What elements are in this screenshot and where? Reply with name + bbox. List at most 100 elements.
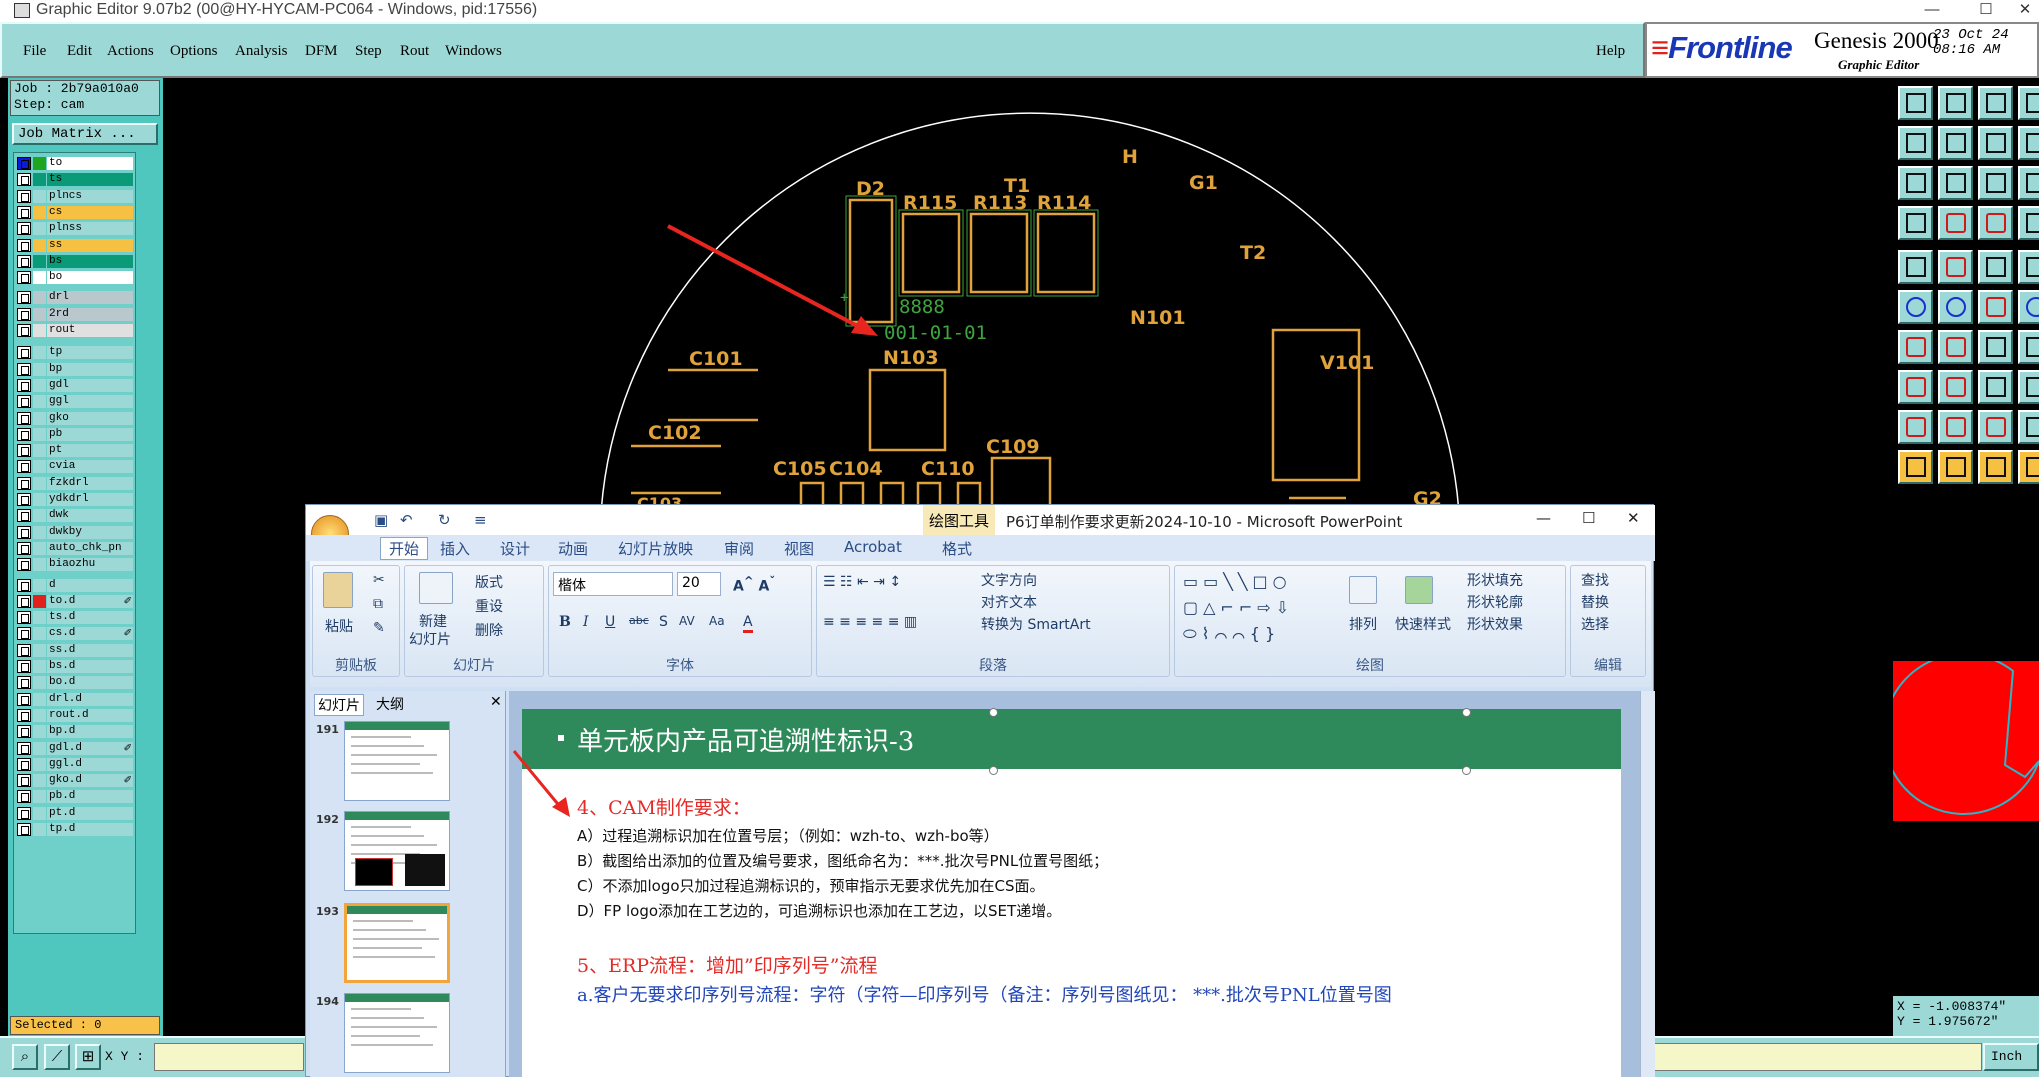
layer-name[interactable]: plnss bbox=[47, 222, 133, 236]
selection-handle[interactable] bbox=[1462, 766, 1471, 775]
slide-thumbnail[interactable] bbox=[344, 721, 450, 801]
strikethrough-icon[interactable]: abc bbox=[629, 614, 649, 627]
cut-icon[interactable]: ✂ bbox=[373, 572, 385, 588]
underline-icon[interactable]: U bbox=[605, 614, 615, 630]
tool-button-2-1[interactable] bbox=[1938, 166, 1973, 200]
align-text-button[interactable]: 对齐文本 bbox=[981, 592, 1037, 612]
tool-button-1-2[interactable] bbox=[1978, 126, 2013, 160]
layer-row-cvia[interactable]: cvia bbox=[17, 460, 133, 474]
shape-outline-button[interactable]: 形状轮廓 bbox=[1467, 592, 1523, 612]
shapes-gallery[interactable]: ▭▭╲╲□○ bbox=[1183, 572, 1292, 591]
layer-row-tp[interactable]: tp bbox=[17, 346, 133, 360]
layer-row-fzkdrl[interactable]: fzkdrl bbox=[17, 476, 133, 490]
layer-row-pb-d[interactable]: pb.d bbox=[17, 790, 133, 804]
layer-row-tp-d[interactable]: tp.d bbox=[17, 823, 133, 836]
layer-row-pt[interactable]: pt bbox=[17, 444, 133, 458]
layer-name[interactable]: biaozhu bbox=[47, 558, 133, 572]
tool-button-9-2[interactable] bbox=[1978, 450, 2013, 484]
tool-button-0-1[interactable] bbox=[1938, 86, 1973, 120]
xy-input[interactable] bbox=[154, 1043, 304, 1071]
quick-styles-button[interactable]: 快速样式 bbox=[1395, 614, 1451, 634]
tool-button-7-0[interactable] bbox=[1898, 370, 1933, 404]
arrange-button[interactable]: 排列 bbox=[1349, 614, 1377, 634]
layer-checkbox[interactable] bbox=[17, 594, 31, 608]
zoom-tool-button[interactable]: ⌕ bbox=[12, 1044, 38, 1070]
layer-row-ts[interactable]: ts bbox=[17, 173, 133, 187]
ribbon-tab[interactable]: Acrobat bbox=[844, 538, 902, 556]
find-button[interactable]: 查找 bbox=[1581, 570, 1609, 590]
menu-analysis[interactable]: Analysis bbox=[235, 43, 288, 60]
layer-checkbox[interactable] bbox=[17, 254, 31, 268]
layer-checkbox[interactable] bbox=[17, 378, 31, 392]
layer-checkbox[interactable] bbox=[17, 189, 31, 203]
new-slide-button-line2[interactable]: 幻灯片 bbox=[409, 629, 451, 649]
tool-button-6-2[interactable] bbox=[1978, 330, 2013, 364]
ppt-maximize-button[interactable]: ☐ bbox=[1582, 509, 1595, 527]
layer-name[interactable]: pt.d bbox=[47, 806, 133, 820]
layer-row-gko-d[interactable]: gko.d ✐ bbox=[17, 774, 133, 788]
layer-name[interactable]: gko bbox=[47, 411, 133, 425]
layer-row-bp[interactable]: bp bbox=[17, 362, 133, 376]
layer-checkbox[interactable] bbox=[17, 157, 31, 170]
layer-name[interactable]: auto_chk_pn bbox=[47, 541, 133, 555]
tool-button-4-0[interactable] bbox=[1898, 250, 1933, 284]
layer-row-to-d[interactable]: to.d ✐ bbox=[17, 594, 133, 608]
layer-row-ss-d[interactable]: ss.d bbox=[17, 643, 133, 657]
layer-checkbox[interactable] bbox=[17, 660, 31, 673]
layer-checkbox[interactable] bbox=[17, 725, 31, 739]
layer-checkbox[interactable] bbox=[17, 611, 31, 625]
layer-checkbox[interactable] bbox=[17, 324, 31, 337]
menu-dfm[interactable]: DFM bbox=[305, 43, 338, 60]
layer-checkbox[interactable] bbox=[17, 411, 31, 425]
ppt-close-button[interactable]: ✕ bbox=[1627, 509, 1640, 527]
layer-row-cs[interactable]: cs bbox=[17, 205, 133, 219]
layer-checkbox[interactable] bbox=[17, 578, 31, 592]
tool-button-2-2[interactable] bbox=[1978, 166, 2013, 200]
layer-checkbox[interactable] bbox=[17, 205, 31, 219]
slide-thumbnail[interactable] bbox=[344, 811, 450, 891]
layer-row-bo[interactable]: bo bbox=[17, 271, 133, 285]
tool-button-9-1[interactable] bbox=[1938, 450, 1973, 484]
layer-row-dwkby[interactable]: dwkby bbox=[17, 525, 133, 539]
layer-checkbox[interactable] bbox=[17, 692, 31, 706]
font-name-combo[interactable]: 楷体 bbox=[553, 572, 673, 596]
layer-checkbox[interactable] bbox=[17, 271, 31, 285]
layer-row-auto-chk-pn[interactable]: auto_chk_pn bbox=[17, 541, 133, 555]
font-size-combo[interactable]: 20 bbox=[677, 572, 721, 596]
tool-button-5-3[interactable] bbox=[2018, 290, 2039, 324]
layer-row-plncs[interactable]: plncs bbox=[17, 189, 133, 203]
layer-row-cs-d[interactable]: cs.d ✐ bbox=[17, 627, 133, 641]
italic-icon[interactable]: I bbox=[583, 614, 589, 630]
selection-handle[interactable] bbox=[1462, 708, 1471, 717]
layer-name[interactable]: bs.d bbox=[47, 660, 133, 673]
tool-button-7-3[interactable] bbox=[2018, 370, 2039, 404]
layer-name[interactable]: dwk bbox=[47, 509, 133, 523]
layer-row-bo-d[interactable]: bo.d bbox=[17, 676, 133, 690]
tool-button-3-1[interactable] bbox=[1938, 206, 1973, 240]
paste-button[interactable]: 粘贴 bbox=[325, 616, 353, 636]
tab-slides[interactable]: 幻灯片 bbox=[314, 694, 364, 716]
layer-checkbox[interactable] bbox=[17, 238, 31, 252]
ppt-minimize-button[interactable]: — bbox=[1536, 509, 1551, 527]
tool-button-4-1[interactable] bbox=[1938, 250, 1973, 284]
layer-checkbox[interactable] bbox=[17, 643, 31, 657]
layer-row-ggl[interactable]: ggl bbox=[17, 395, 133, 409]
layer-checkbox[interactable] bbox=[17, 790, 31, 804]
layer-name[interactable]: 2rd bbox=[47, 307, 133, 321]
ribbon-tab[interactable]: 格式 bbox=[942, 538, 972, 559]
layer-name[interactable]: d bbox=[47, 578, 133, 592]
selection-handle[interactable] bbox=[989, 708, 998, 717]
menu-file[interactable]: File bbox=[23, 43, 46, 60]
tool-button-4-3[interactable] bbox=[2018, 250, 2039, 284]
customize-qat-icon[interactable]: ≡ bbox=[474, 511, 487, 529]
smartart-button[interactable]: 转换为 SmartArt bbox=[981, 614, 1091, 634]
layer-row-rout-d[interactable]: rout.d bbox=[17, 708, 133, 722]
ribbon-tab[interactable]: 插入 bbox=[440, 538, 470, 559]
layer-checkbox[interactable] bbox=[17, 806, 31, 820]
layer-name[interactable]: cvia bbox=[47, 460, 133, 474]
layer-name[interactable]: rout bbox=[47, 324, 133, 337]
ribbon-tab[interactable]: 动画 bbox=[558, 538, 588, 559]
layer-name[interactable]: ydkdrl bbox=[47, 493, 133, 506]
tool-button-3-3[interactable] bbox=[2018, 206, 2039, 240]
menu-windows[interactable]: Windows bbox=[445, 43, 502, 60]
